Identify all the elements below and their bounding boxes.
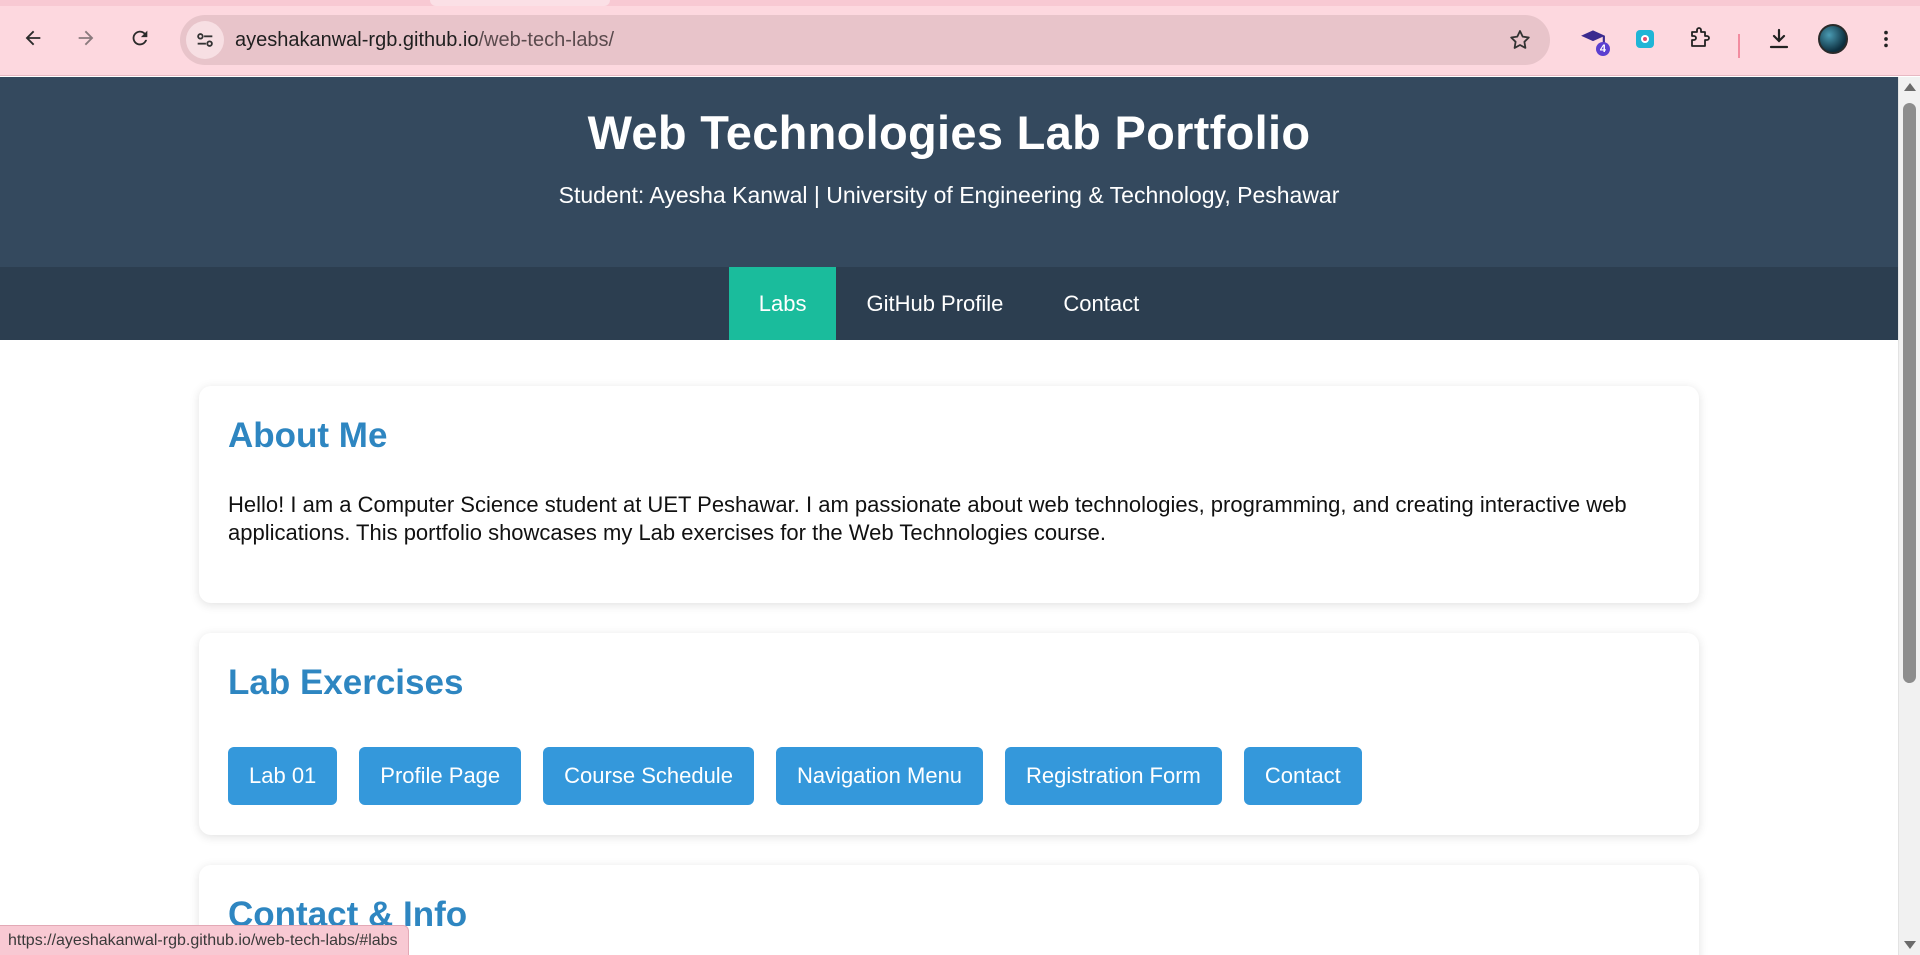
tune-icon	[197, 33, 213, 47]
contact-card: Contact & Info	[199, 865, 1699, 955]
page-viewport: Web Technologies Lab Portfolio Student: …	[0, 77, 1898, 955]
arrow-right-icon	[78, 30, 94, 46]
toolbar-separator	[1738, 34, 1740, 58]
nav-link-labs[interactable]: Labs	[728, 267, 837, 340]
url-text[interactable]: ayeshakanwal-rgb.github.io/web-tech-labs…	[235, 15, 614, 65]
bookmark-star-icon[interactable]	[1508, 28, 1532, 52]
main-content: About Me Hello! I am a Computer Science …	[199, 340, 1699, 955]
registration-form-button[interactable]: Registration Form	[1005, 747, 1222, 805]
nav-link-github-profile[interactable]: GitHub Profile	[836, 267, 1033, 340]
nav-link-contact[interactable]: Contact	[1033, 267, 1169, 340]
page-subtitle: Student: Ayesha Kanwal | University of E…	[558, 182, 1340, 208]
lab-buttons: Lab 01 Profile Page Course Schedule Navi…	[228, 747, 1670, 805]
arrow-left-icon	[25, 30, 41, 46]
profile-button[interactable]	[1814, 20, 1852, 58]
lab-01-button[interactable]: Lab 01	[228, 747, 338, 805]
site-info-button[interactable]	[186, 21, 224, 59]
scroll-thumb[interactable]	[1903, 103, 1916, 683]
extension-button[interactable]	[1626, 20, 1664, 58]
site-header: Web Technologies Lab Portfolio Student: …	[0, 77, 1898, 267]
extensions-menu-button[interactable]	[1680, 20, 1718, 58]
about-card: About Me Hello! I am a Computer Science …	[199, 386, 1699, 603]
link-status-bubble: https://ayeshakanwal-rgb.github.io/web-t…	[0, 925, 409, 955]
url-path: /web-tech-labs/	[478, 29, 615, 51]
back-button[interactable]	[13, 18, 53, 58]
reload-button[interactable]	[120, 18, 160, 58]
url-host: ayeshakanwal-rgb.github.io	[235, 29, 479, 51]
scroll-down-arrow-icon[interactable]	[1904, 941, 1916, 949]
main-nav: Labs GitHub Profile Contact	[0, 267, 1898, 340]
avatar	[1818, 24, 1848, 54]
forward-button[interactable]	[66, 18, 106, 58]
labs-heading: Lab Exercises	[228, 663, 464, 702]
vertical-scrollbar[interactable]	[1898, 77, 1920, 955]
labs-card: Lab Exercises Lab 01 Profile Page Course…	[199, 633, 1699, 835]
extension-button[interactable]: 4	[1574, 20, 1612, 58]
puzzle-icon	[1691, 27, 1710, 47]
navigation-menu-button[interactable]: Navigation Menu	[775, 747, 984, 805]
profile-page-button[interactable]: Profile Page	[359, 747, 522, 805]
contact-heading: Contact & Info	[228, 895, 468, 934]
page-title: Web Technologies Lab Portfolio	[587, 106, 1311, 159]
reload-icon	[132, 30, 148, 46]
about-text: Hello! I am a Computer Science student a…	[228, 492, 1627, 545]
download-icon	[1769, 28, 1789, 49]
scroll-up-arrow-icon[interactable]	[1904, 83, 1916, 91]
camera-extension-icon	[1636, 30, 1654, 48]
address-bar[interactable]: ayeshakanwal-rgb.github.io/web-tech-labs…	[180, 15, 1550, 65]
about-heading: About Me	[228, 416, 388, 455]
contact-lab-button[interactable]: Contact	[1243, 747, 1362, 805]
browser-toolbar: ayeshakanwal-rgb.github.io/web-tech-labs…	[0, 6, 1920, 76]
downloads-button[interactable]	[1760, 20, 1798, 58]
course-schedule-button[interactable]: Course Schedule	[543, 747, 754, 805]
kebab-menu-icon	[1884, 30, 1888, 48]
extension-badge: 4	[1595, 42, 1610, 56]
browser-menu-button[interactable]	[1867, 20, 1905, 58]
